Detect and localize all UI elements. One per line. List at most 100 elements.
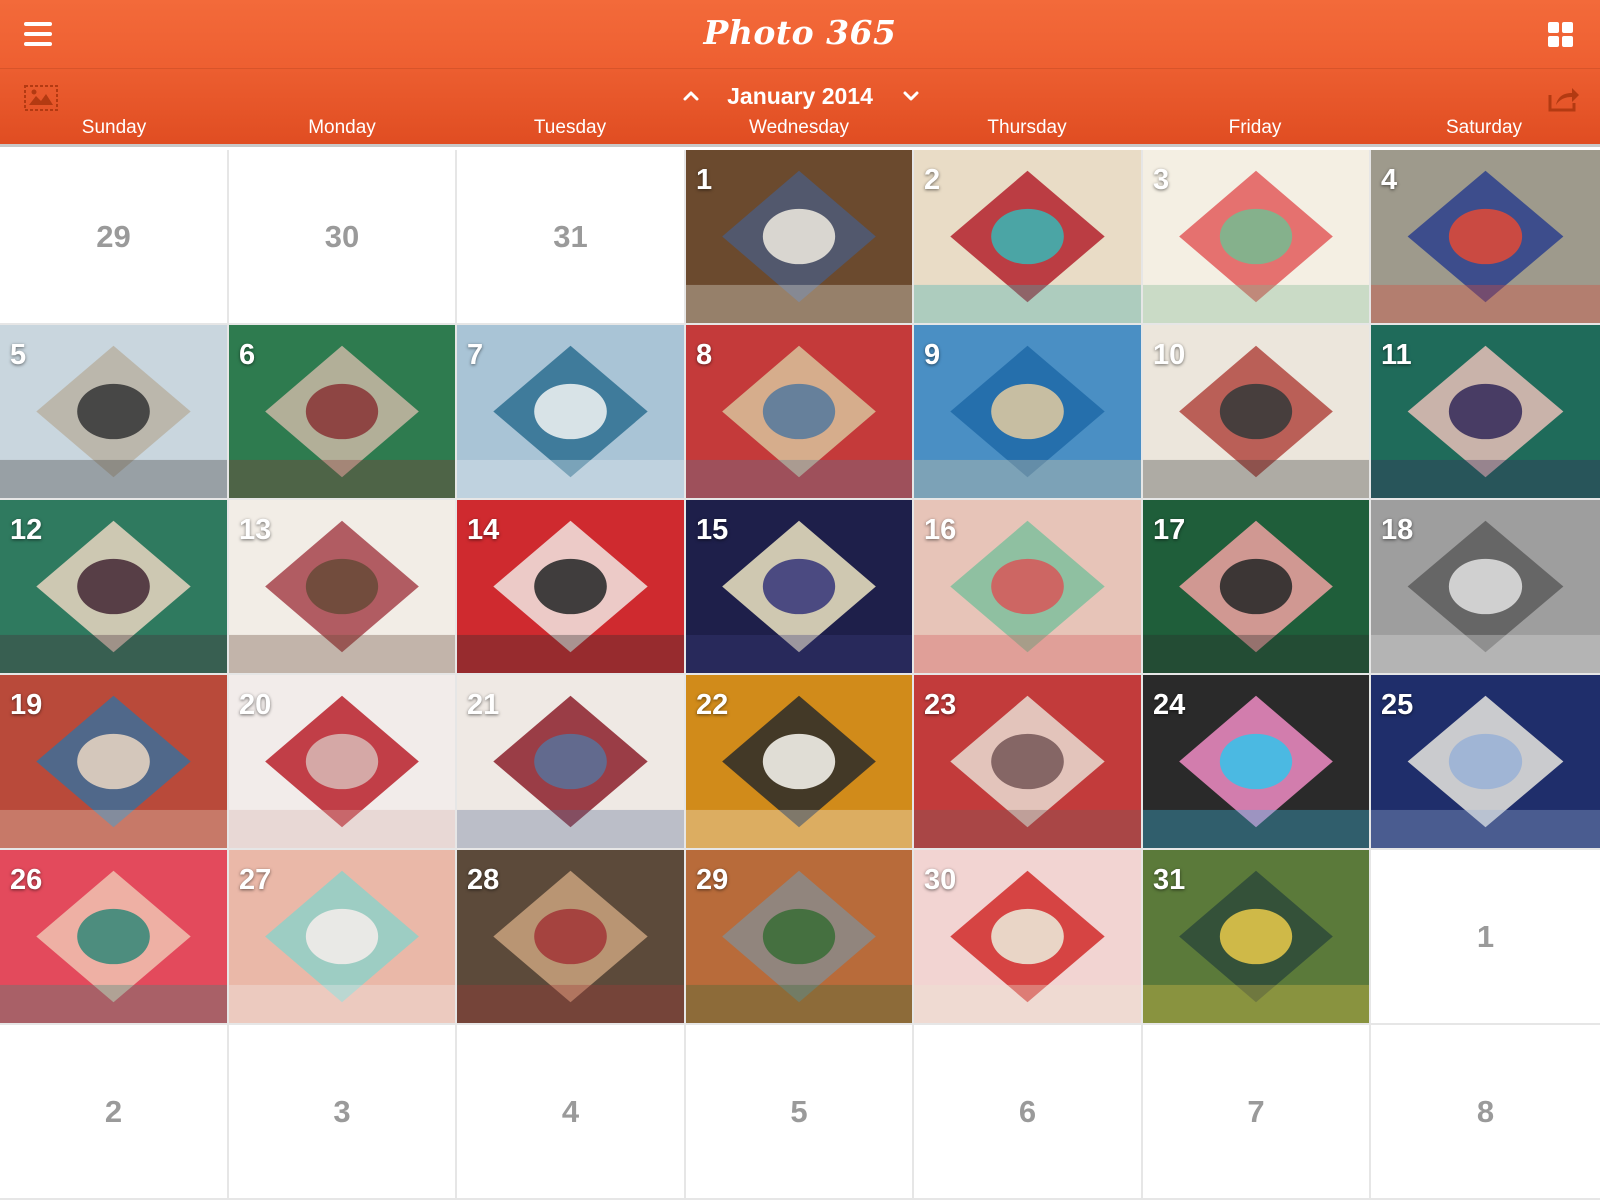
day-empty-cell[interactable]: 5 xyxy=(686,1025,912,1198)
day-photo-cell[interactable]: 11 xyxy=(1371,325,1600,498)
day-number: 15 xyxy=(696,514,729,546)
photo-thumbnail xyxy=(686,150,912,323)
day-photo-cell[interactable]: 7 xyxy=(457,325,684,498)
day-empty-cell[interactable]: 2 xyxy=(0,1025,227,1198)
day-number: 27 xyxy=(239,864,272,896)
day-number: 1 xyxy=(1476,918,1495,954)
day-photo-cell[interactable]: 30 xyxy=(914,850,1141,1023)
day-number: 13 xyxy=(239,514,272,546)
day-number: 30 xyxy=(924,864,957,896)
day-photo-cell[interactable]: 20 xyxy=(229,675,455,848)
weekday-monday: Monday xyxy=(308,117,376,138)
day-number: 9 xyxy=(924,339,941,371)
day-photo-cell[interactable]: 27 xyxy=(229,850,455,1023)
day-photo-cell[interactable]: 15 xyxy=(686,500,912,673)
day-photo-cell[interactable]: 2 xyxy=(914,150,1141,323)
day-empty-cell[interactable]: 3 xyxy=(229,1025,455,1198)
day-photo-cell[interactable]: 6 xyxy=(229,325,455,498)
day-photo-cell[interactable]: 16 xyxy=(914,500,1141,673)
photo-thumbnail xyxy=(0,325,227,498)
month-label[interactable]: January 2014 xyxy=(0,83,1600,110)
day-number: 4 xyxy=(561,1093,580,1129)
day-number: 31 xyxy=(553,218,588,254)
weekday-saturday: Saturday xyxy=(1445,117,1523,138)
day-number: 18 xyxy=(1381,514,1414,546)
day-photo-cell[interactable]: 5 xyxy=(0,325,227,498)
day-photo-cell[interactable]: 31 xyxy=(1143,850,1369,1023)
photo-thumbnail xyxy=(686,325,912,498)
day-number: 6 xyxy=(239,339,256,371)
day-number: 3 xyxy=(333,1093,351,1129)
day-number: 1 xyxy=(696,164,713,196)
day-number: 14 xyxy=(467,514,500,546)
weekday-friday: Friday xyxy=(1228,117,1282,138)
day-photo-cell[interactable]: 13 xyxy=(229,500,455,673)
photo-thumbnail xyxy=(1143,150,1369,323)
day-photo-cell[interactable]: 8 xyxy=(686,325,912,498)
calendar-grid: 29 30 31 1 2 3 4 5 6 7 8 9 10 11 12 13 14 15 16 17 18 19 20 21 2… xyxy=(0,150,1600,1200)
day-number: 29 xyxy=(96,218,131,254)
day-photo-cell[interactable]: 17 xyxy=(1143,500,1369,673)
weekday-thursday: Thursday xyxy=(987,117,1067,138)
day-empty-cell[interactable]: 1 xyxy=(1371,850,1600,1023)
month-header: January 2014 Sunday Monday Tuesday Wedne… xyxy=(0,69,1600,147)
day-number: 2 xyxy=(104,1093,123,1129)
day-number: 5 xyxy=(10,339,27,371)
day-empty-cell[interactable]: 8 xyxy=(1371,1025,1600,1198)
day-photo-cell[interactable]: 14 xyxy=(457,500,684,673)
day-empty-cell[interactable]: 7 xyxy=(1143,1025,1369,1198)
day-photo-cell[interactable]: 19 xyxy=(0,675,227,848)
day-number: 29 xyxy=(696,864,729,896)
day-number: 8 xyxy=(696,339,713,371)
day-number: 20 xyxy=(239,689,272,721)
day-number: 16 xyxy=(924,514,957,546)
day-empty-cell[interactable]: 6 xyxy=(914,1025,1141,1198)
day-photo-cell[interactable]: 24 xyxy=(1143,675,1369,848)
day-number: 3 xyxy=(1153,164,1170,196)
day-photo-cell[interactable]: 18 xyxy=(1371,500,1600,673)
chevron-down-icon[interactable] xyxy=(900,87,922,105)
day-photo-cell[interactable]: 23 xyxy=(914,675,1141,848)
photo-thumbnail xyxy=(914,325,1141,498)
photo-thumbnail xyxy=(914,150,1141,323)
day-photo-cell[interactable]: 3 xyxy=(1143,150,1369,323)
day-number: 19 xyxy=(10,689,43,721)
app-title: Photo 365 xyxy=(703,13,897,52)
day-number: 23 xyxy=(924,689,957,721)
day-number: 7 xyxy=(467,339,484,371)
day-number: 2 xyxy=(924,164,941,196)
day-photo-cell[interactable]: 22 xyxy=(686,675,912,848)
day-photo-cell[interactable]: 29 xyxy=(686,850,912,1023)
day-empty-cell[interactable]: 30 xyxy=(229,150,455,323)
day-number: 8 xyxy=(1476,1093,1495,1129)
day-empty-cell[interactable]: 29 xyxy=(0,150,227,323)
grid-view-icon[interactable] xyxy=(1548,22,1574,48)
day-number: 6 xyxy=(1018,1093,1037,1129)
day-photo-cell[interactable]: 9 xyxy=(914,325,1141,498)
day-number: 7 xyxy=(1247,1093,1265,1129)
day-photo-cell[interactable]: 21 xyxy=(457,675,684,848)
weekday-wednesday: Wednesday xyxy=(749,117,849,138)
day-number: 26 xyxy=(10,864,43,896)
share-icon[interactable] xyxy=(1546,83,1580,113)
photo-thumbnail xyxy=(229,325,455,498)
day-empty-cell[interactable]: 4 xyxy=(457,1025,684,1198)
day-number: 24 xyxy=(1153,689,1186,721)
day-photo-cell[interactable]: 12 xyxy=(0,500,227,673)
day-empty-cell[interactable]: 31 xyxy=(457,150,684,323)
day-photo-cell[interactable]: 25 xyxy=(1371,675,1600,848)
day-photo-cell[interactable]: 10 xyxy=(1143,325,1369,498)
day-photo-cell[interactable]: 28 xyxy=(457,850,684,1023)
day-number: 22 xyxy=(696,689,729,721)
photo-thumbnail xyxy=(1371,150,1600,323)
day-number: 4 xyxy=(1381,164,1398,196)
day-number: 10 xyxy=(1153,339,1186,371)
day-photo-cell[interactable]: 4 xyxy=(1371,150,1600,323)
day-number: 12 xyxy=(10,514,43,546)
day-number: 11 xyxy=(1381,339,1412,371)
day-photo-cell[interactable]: 1 xyxy=(686,150,912,323)
day-number: 28 xyxy=(467,864,500,896)
day-number: 5 xyxy=(790,1093,808,1129)
day-photo-cell[interactable]: 26 xyxy=(0,850,227,1023)
weekday-tuesday: Tuesday xyxy=(533,117,607,138)
